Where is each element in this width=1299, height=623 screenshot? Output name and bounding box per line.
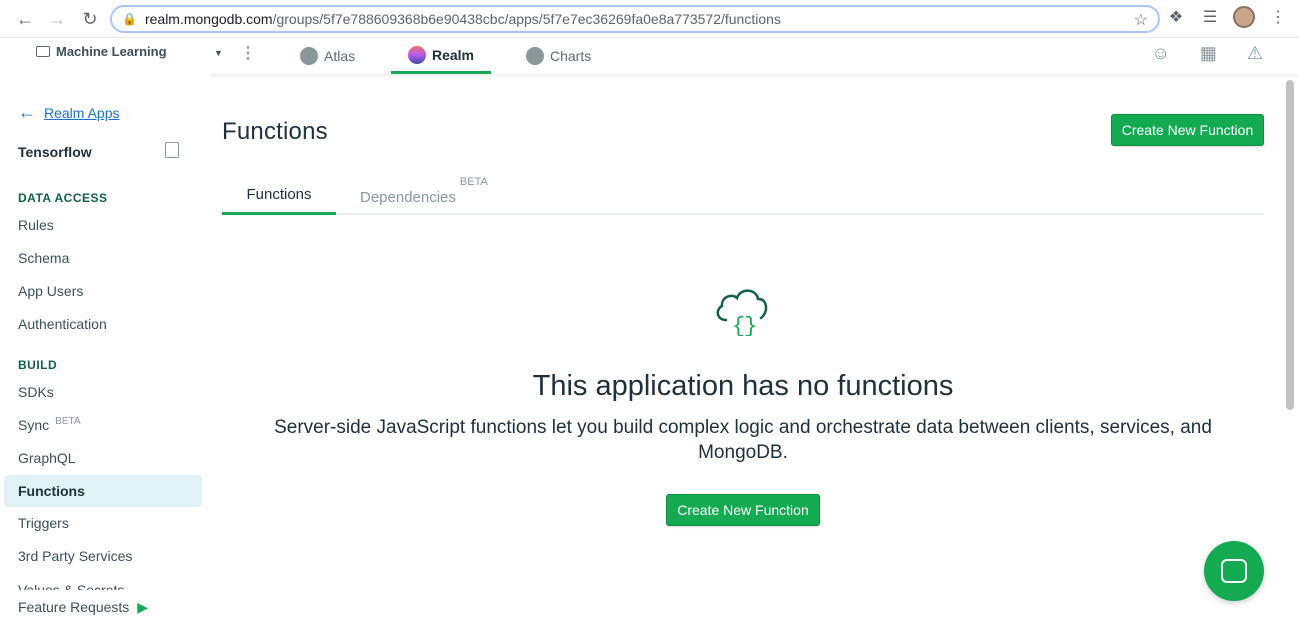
page-scrollbar[interactable] — [1286, 80, 1294, 410]
tab-dependencies[interactable]: Dependencies BETA — [360, 176, 488, 215]
activity-feed-icon[interactable]: ▦ — [1200, 43, 1217, 64]
page-title: Functions — [222, 118, 328, 145]
tab-realm[interactable]: Realm — [391, 38, 491, 74]
sidebar-item-label: Sync — [18, 417, 50, 433]
project-name: Machine Learning — [56, 44, 167, 59]
sidebar-item-label: Schema — [18, 250, 70, 266]
address-bar[interactable]: 🔒 realm.mongodb.com/groups/5f7e788609368… — [110, 5, 1160, 33]
sidebar: ← Realm Apps Tensorflow DATA ACCESS Rule… — [0, 74, 210, 623]
back-to-realm-apps[interactable]: ← Realm Apps — [18, 102, 119, 123]
beta-badge: BETA — [55, 415, 81, 427]
back-arrow-icon[interactable]: ← — [10, 4, 40, 34]
main-content: Functions Create New Function Functions … — [222, 74, 1264, 623]
top-navigation: Machine Learning ▼ ⋮ Atlas Realm Charts … — [0, 38, 1299, 74]
tab-atlas-label: Atlas — [324, 48, 356, 64]
section-build: BUILD — [18, 358, 58, 372]
chevron-down-icon[interactable]: ▼ — [214, 48, 223, 58]
sidebar-item-label: Triggers — [18, 515, 69, 531]
back-link-label[interactable]: Realm Apps — [44, 105, 119, 121]
invite-user-icon[interactable]: ☺ — [1151, 43, 1169, 64]
sidebar-item-label: Functions — [18, 483, 85, 499]
sidebar-item-label: GraphQL — [18, 450, 76, 466]
copy-icon[interactable] — [165, 142, 179, 158]
megaphone-icon: ▶ — [137, 598, 149, 615]
realm-icon — [407, 45, 426, 64]
sidebar-item-app-users[interactable]: App Users — [4, 275, 202, 307]
sidebar-item-rules[interactable]: Rules — [4, 209, 202, 241]
sidebar-item-3rd-party-services[interactable]: 3rd Party Services — [4, 540, 202, 572]
tab-realm-label: Realm — [431, 46, 475, 63]
cloud-function-icon: { } — [716, 289, 768, 336]
beta-badge: BETA — [459, 176, 488, 188]
folder-icon — [36, 46, 50, 57]
sidebar-item-triggers[interactable]: Triggers — [4, 507, 202, 539]
tab-charts[interactable]: Charts — [526, 38, 591, 74]
sidebar-item-sync[interactable]: Sync BETA — [4, 409, 202, 441]
chat-icon — [1221, 559, 1247, 583]
bookmark-star-icon[interactable]: ☆ — [1134, 10, 1148, 30]
feature-requests-link[interactable]: Feature Requests ▶ — [0, 591, 210, 623]
tab-functions[interactable]: Functions — [222, 178, 336, 215]
sidebar-item-authentication[interactable]: Authentication — [4, 308, 202, 340]
section-data-access: DATA ACCESS — [18, 191, 108, 205]
sidebar-item-functions[interactable]: Functions — [4, 475, 202, 507]
sidebar-item-label: SDKs — [18, 384, 54, 400]
sidebar-item-label: Authentication — [18, 316, 107, 332]
more-vert-icon[interactable]: ⋮ — [240, 43, 256, 63]
support-chat-button[interactable] — [1204, 541, 1264, 601]
sidebar-item-sdks[interactable]: SDKs — [4, 376, 202, 408]
sidebar-item-label: 3rd Party Services — [18, 548, 133, 564]
browser-toolbar: ← → ↻ 🔒 realm.mongodb.com/groups/5f7e788… — [0, 0, 1299, 38]
extension-area: ❖ ☰ ⋮ — [1165, 6, 1289, 28]
tab-charts-label: Charts — [550, 48, 592, 64]
app-name: Tensorflow — [18, 144, 92, 160]
profile-avatar[interactable] — [1233, 6, 1255, 28]
create-new-function-button-center[interactable]: Create New Function — [666, 494, 820, 526]
tab-functions-label: Functions — [246, 186, 312, 203]
create-new-function-button[interactable]: Create New Function — [1111, 114, 1264, 146]
sidebar-item-label: App Users — [18, 283, 84, 299]
sidebar-item-label: Rules — [18, 217, 54, 233]
feature-requests-label: Feature Requests — [18, 599, 130, 615]
charts-icon — [526, 47, 544, 65]
bell-icon[interactable]: ⚠ — [1247, 43, 1263, 64]
sidebar-item-schema[interactable]: Schema — [4, 242, 202, 274]
atlas-icon — [300, 47, 318, 65]
forward-arrow-icon[interactable]: → — [42, 4, 72, 34]
url-text: realm.mongodb.com/groups/5f7e788609368b6… — [144, 11, 781, 27]
lock-icon: 🔒 — [122, 12, 137, 26]
functions-tabs: Functions Dependencies BETA — [222, 176, 1264, 215]
svg-text:}: } — [744, 314, 757, 336]
sidebar-item-graphql[interactable]: GraphQL — [4, 442, 202, 474]
tab-dependencies-label: Dependencies — [360, 189, 456, 206]
arrow-left-icon: ← — [18, 102, 36, 122]
puzzle-icon[interactable]: ❖ — [1165, 7, 1187, 27]
more-vert-icon[interactable]: ⋮ — [1267, 7, 1289, 27]
tab-atlas[interactable]: Atlas — [300, 38, 355, 74]
empty-state-description: Server-side JavaScript functions let you… — [274, 417, 1212, 463]
topnav-actions: ☺ ▦ ⚠ — [1151, 43, 1263, 64]
empty-state-title: This application has no functions — [532, 370, 954, 402]
reload-icon[interactable]: ↻ — [75, 4, 105, 34]
sidebar-item-values-secrets[interactable]: Values & Secrets — [18, 582, 124, 590]
project-selector[interactable]: Machine Learning — [36, 44, 167, 59]
media-queue-icon[interactable]: ☰ — [1199, 7, 1221, 27]
